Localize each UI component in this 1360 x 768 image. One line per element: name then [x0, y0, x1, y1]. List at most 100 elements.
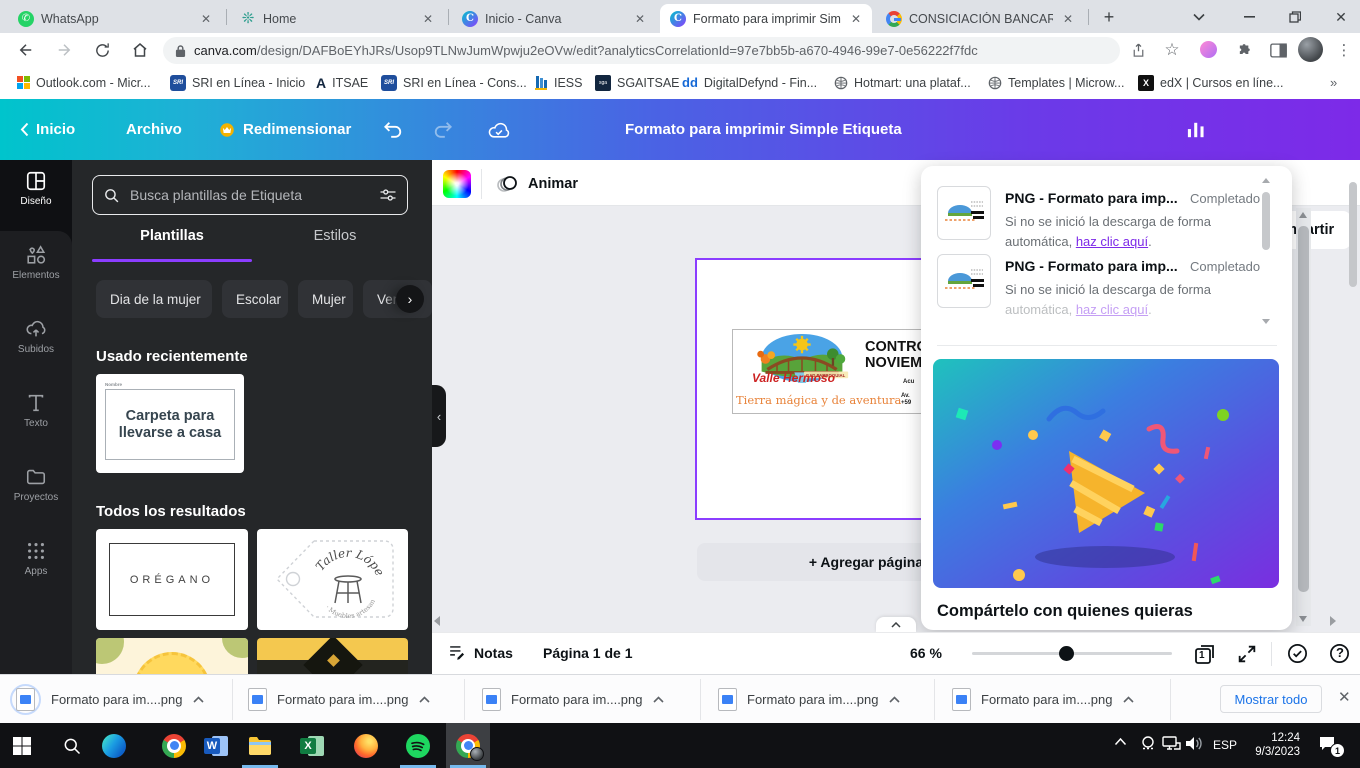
taskbar-edge-icon[interactable] — [92, 723, 136, 768]
address-bar[interactable]: canva.com/design/DAFBoEYhJRs/Usop9TLNwJu… — [163, 37, 1120, 64]
tab-close-icon[interactable]: ✕ — [632, 11, 648, 27]
item-menu-chevron[interactable] — [1123, 696, 1134, 703]
share-page-icon[interactable] — [1124, 36, 1152, 64]
taskbar-chrome-icon[interactable] — [152, 723, 196, 768]
back-button[interactable] — [12, 36, 40, 64]
chip-escolar[interactable]: Escolar — [222, 280, 288, 318]
tab-canva-inicio[interactable]: C Inicio - Canva ✕ — [452, 4, 656, 33]
bookmark-digitaldefynd[interactable]: dd DigitalDefynd - Fin... — [678, 71, 821, 94]
taskbar-firefox-icon[interactable] — [344, 723, 388, 768]
help-button[interactable]: ? — [1328, 642, 1351, 665]
taskbar-chrome-active-icon[interactable] — [446, 723, 490, 768]
tab-search-chevron-icon[interactable] — [1186, 8, 1212, 26]
back-to-home-button[interactable]: Inicio — [20, 99, 75, 160]
extension-pink-icon[interactable] — [1200, 41, 1217, 58]
insights-chart-icon[interactable] — [1186, 99, 1206, 160]
label-tagline[interactable]: Tierra mágica y de aventura — [736, 393, 926, 407]
tray-language[interactable]: ESP — [1213, 738, 1237, 752]
download-link[interactable]: haz clic aquí — [1076, 234, 1148, 249]
chips-scroll-right-button[interactable]: › — [396, 285, 424, 313]
item-menu-chevron[interactable] — [889, 696, 900, 703]
bookmarks-overflow-chevron[interactable]: » — [1330, 75, 1337, 90]
download-thumbnail[interactable] — [937, 186, 991, 240]
show-all-downloads-button[interactable]: Mostrar todo — [1220, 685, 1322, 713]
scrollbar-thumb[interactable] — [1298, 226, 1309, 592]
tray-clock[interactable]: 12:24 9/3/2023 — [1250, 731, 1300, 759]
new-tab-button[interactable]: + — [1098, 6, 1120, 28]
reload-button[interactable] — [88, 36, 116, 64]
start-button[interactable] — [0, 723, 44, 768]
profile-avatar[interactable] — [1298, 37, 1323, 62]
window-minimize-button[interactable] — [1236, 8, 1262, 26]
download-link[interactable]: haz clic aquí — [1076, 302, 1148, 317]
panel-collapse-button[interactable]: ‹ — [432, 385, 446, 447]
taskbar-search-button[interactable] — [50, 723, 94, 768]
scroll-down-arrow[interactable] — [1299, 616, 1307, 622]
resize-button[interactable]: Redimensionar — [218, 99, 351, 160]
background-color-swatch[interactable] — [443, 170, 471, 198]
template-ojo-dulce[interactable]: Ojo Dulce — [96, 638, 248, 674]
bookmark-outlook[interactable]: Outlook.com - Micr... — [13, 71, 155, 94]
sidebar-item-text[interactable]: Texto — [0, 392, 72, 456]
item-menu-chevron[interactable] — [193, 696, 204, 703]
tab-google-doc[interactable]: CONSICIACIÓN BANCARIA - ✕ — [876, 4, 1084, 33]
sidebar-item-design[interactable]: Diseño — [0, 170, 72, 234]
chip-dia-de-la-mujer[interactable]: Dia de la mujer — [96, 280, 212, 318]
extensions-puzzle-icon[interactable] — [1231, 36, 1259, 64]
shelf-download-item[interactable]: Formato para im....png — [718, 683, 900, 716]
scroll-right-arrow[interactable] — [1330, 616, 1336, 626]
tab-estilos[interactable]: Estilos — [255, 228, 415, 244]
template-taller-lopez[interactable]: Taller López · Muebles artesanales · — [257, 529, 408, 630]
close-shelf-button[interactable]: ✕ — [1338, 688, 1351, 706]
template-recent-carpeta[interactable]: Nombre Carpeta para llevarse a casa — [96, 374, 244, 473]
bookmark-sri-consultas[interactable]: SRI SRI en Línea - Cons... — [377, 71, 531, 94]
tab-close-icon[interactable]: ✕ — [848, 11, 864, 27]
download-list-scrollbar[interactable] — [1262, 178, 1270, 324]
taskbar-excel-icon[interactable]: X — [290, 723, 334, 768]
bookmark-templates[interactable]: Templates | Microw... — [984, 71, 1128, 94]
tab-close-icon[interactable]: ✕ — [1060, 11, 1076, 27]
cloud-saved-icon[interactable] — [487, 99, 511, 160]
saved-check-button[interactable] — [1286, 642, 1309, 665]
filter-icon[interactable] — [379, 187, 397, 203]
tray-notifications-icon[interactable]: 1 — [1318, 734, 1338, 753]
grid-view-button[interactable]: 1 — [1192, 641, 1218, 667]
window-restore-button[interactable] — [1282, 8, 1308, 26]
scroll-left-arrow[interactable] — [434, 616, 440, 626]
notes-button[interactable]: Notas — [447, 643, 513, 662]
tray-network-icon[interactable] — [1161, 735, 1181, 752]
animate-button[interactable]: Animar — [496, 172, 578, 196]
tray-app-icon[interactable] — [1139, 734, 1157, 752]
browser-menu-kebab-icon[interactable]: ⋮ — [1330, 36, 1358, 64]
bookmark-sgaitsae[interactable]: sga SGAITSAE — [591, 71, 684, 94]
tab-close-icon[interactable]: ✕ — [420, 11, 436, 27]
download-thumbnail[interactable] — [937, 254, 991, 308]
tab-close-icon[interactable]: ✕ — [198, 11, 214, 27]
file-menu-button[interactable]: Archivo — [126, 99, 182, 160]
design-title[interactable]: Formato para imprimir Simple Etiqueta — [625, 121, 902, 138]
tab-home[interactable]: ❊ Home ✕ — [230, 4, 444, 33]
item-menu-chevron[interactable] — [653, 696, 664, 703]
shelf-download-item[interactable]: Formato para im....png — [482, 683, 664, 716]
shelf-download-item[interactable]: Formato para im....png — [10, 683, 204, 716]
valle-hermoso-logo[interactable]: GAD PARROQUIAL Valle Hermoso — [743, 333, 861, 383]
search-input[interactable] — [128, 186, 371, 204]
bookmark-star-icon[interactable]: ☆ — [1158, 36, 1186, 64]
collapse-statusbar-tab[interactable] — [876, 617, 916, 632]
forward-button[interactable] — [50, 36, 78, 64]
zoom-slider-thumb[interactable] — [1059, 646, 1074, 661]
item-menu-chevron[interactable] — [419, 696, 430, 703]
bookmark-sri-inicio[interactable]: SRI SRI en Línea - Inicio — [166, 71, 309, 94]
page-scrollbar-thumb[interactable] — [1349, 182, 1357, 287]
bookmark-edx[interactable]: X edX | Cursos en líne... — [1134, 71, 1287, 94]
home-button[interactable] — [126, 36, 154, 64]
taskbar-explorer-icon[interactable] — [238, 723, 282, 768]
window-close-button[interactable]: ✕ — [1328, 8, 1354, 26]
canvas-vertical-scrollbar[interactable] — [1296, 208, 1311, 626]
shelf-download-item[interactable]: Formato para im....png — [952, 683, 1134, 716]
tray-volume-icon[interactable] — [1184, 735, 1204, 752]
shelf-download-item[interactable]: Formato para im....png — [248, 683, 430, 716]
label-heading[interactable]: CONTRO NOVIEM — [865, 339, 928, 371]
side-panel-icon[interactable] — [1264, 36, 1292, 64]
template-oregano[interactable]: ORÉGANO — [96, 529, 248, 630]
